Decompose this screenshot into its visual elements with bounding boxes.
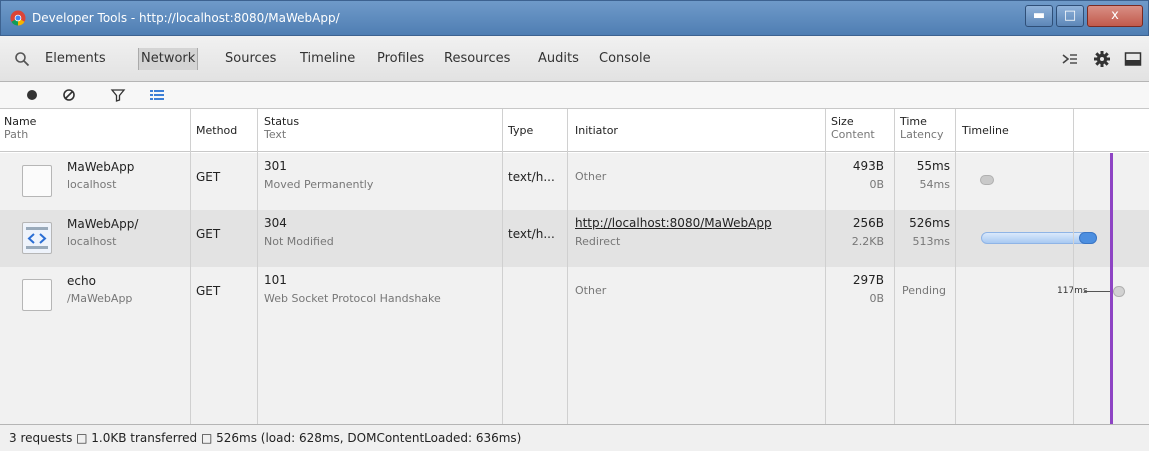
document-icon [22,165,52,197]
request-path: localhost [67,178,117,191]
request-latency: 54ms [919,178,950,191]
request-initiator-type: Redirect [575,235,621,248]
request-status: 301 [264,159,287,173]
html-file-icon [22,222,52,254]
load-event-marker [1110,153,1113,425]
gear-icon[interactable] [1093,50,1111,68]
header-method[interactable]: Method [196,124,237,137]
request-status-text: Not Modified [264,235,334,248]
table-row[interactable]: MaWebApp/ localhost GET 304 Not Modified… [0,210,1149,267]
request-method: GET [196,284,221,298]
header-name-label: Name [4,115,37,128]
header-status-label: Status [264,115,300,128]
table-empty-area [0,321,1149,425]
request-size: 256B [852,216,884,230]
header-time[interactable]: Time Latency [900,115,943,141]
header-content-label: Content [831,128,875,141]
request-latency: 513ms [912,235,950,248]
request-name: MaWebApp [67,160,135,174]
header-status[interactable]: Status Text [264,115,299,141]
column-divider[interactable] [190,109,191,425]
console-drawer-icon[interactable] [1061,50,1079,68]
tab-network[interactable]: Network [138,48,199,70]
timeline-download-bar [1079,232,1097,244]
request-status: 101 [264,273,287,287]
initiator-link[interactable]: http://localhost:8080/MaWebApp [575,215,772,231]
request-time: Pending [902,284,946,297]
minimize-button[interactable]: ▬ [1025,5,1053,27]
search-icon[interactable] [14,51,30,67]
request-path: /MaWebApp [67,292,133,305]
request-name: MaWebApp/ [67,217,139,231]
column-divider[interactable] [955,109,956,425]
request-initiator: Other [575,170,607,183]
column-divider[interactable] [257,109,258,425]
header-type[interactable]: Type [508,124,533,137]
request-type: text/h... [508,227,555,241]
request-status-text: Web Socket Protocol Handshake [264,292,441,305]
timeline-bar [1113,286,1125,297]
network-request-table: Name Path Method Status Text Type Initia… [0,108,1149,425]
request-content-size: 0B [869,292,884,305]
tab-elements[interactable]: Elements [45,48,106,70]
filter-icon[interactable] [110,87,126,103]
request-size: 493B [852,159,884,173]
tab-timeline[interactable]: Timeline [300,48,355,70]
request-content-size: 0B [869,178,884,191]
column-divider[interactable] [567,109,568,425]
header-size[interactable]: Size Content [831,115,875,141]
column-divider[interactable] [894,109,895,425]
request-method: GET [196,227,221,241]
header-path-label: Path [4,128,29,141]
column-divider[interactable] [502,109,503,425]
header-initiator[interactable]: Initiator [575,124,618,137]
request-size: 297B [852,273,884,287]
large-rows-icon[interactable] [149,87,165,103]
request-content-size: 2.2KB [851,235,884,248]
panel-tab-bar: Elements Network Sources Timeline Profil… [0,36,1149,82]
request-type: text/h... [508,170,555,184]
request-method: GET [196,170,221,184]
maximize-button[interactable]: □ [1056,5,1084,27]
tab-console[interactable]: Console [599,48,651,70]
request-status-text: Moved Permanently [264,178,374,191]
document-icon [22,279,52,311]
timeline-divider [1073,109,1074,425]
clear-icon[interactable] [61,87,77,103]
header-latency-label: Latency [900,128,944,141]
network-toolbar [0,82,1149,108]
chrome-logo-icon [10,10,26,26]
tab-profiles[interactable]: Profiles [377,48,424,70]
request-initiator: Other [575,284,607,297]
code-brackets-icon [26,227,48,249]
timeline-bar [980,175,994,185]
tab-resources[interactable]: Resources [444,48,510,70]
window-title: Developer Tools - http://localhost:8080/… [32,11,340,25]
header-time-label: Time [900,115,927,128]
header-size-label: Size [831,115,854,128]
table-row[interactable]: echo /MaWebApp GET 101 Web Socket Protoc… [0,267,1149,321]
request-time: 526ms [909,216,950,230]
window-titlebar: Developer Tools - http://localhost:8080/… [0,0,1149,36]
request-name: echo [67,274,96,288]
header-timeline[interactable]: Timeline [962,124,1009,137]
table-row[interactable]: MaWebApp localhost GET 301 Moved Permane… [0,153,1149,210]
network-summary: 3 requests □ 1.0KB transferred □ 526ms (… [0,424,1149,451]
header-text-label: Text [264,128,287,141]
close-button[interactable]: x [1087,5,1143,27]
request-path: localhost [67,235,117,248]
tab-sources[interactable]: Sources [225,48,276,70]
header-name[interactable]: Name Path [4,115,36,141]
record-icon[interactable] [24,87,40,103]
dock-icon[interactable] [1124,50,1142,68]
request-time: 55ms [916,159,950,173]
table-header: Name Path Method Status Text Type Initia… [0,109,1149,152]
column-divider[interactable] [825,109,826,425]
tab-audits[interactable]: Audits [538,48,579,70]
request-status: 304 [264,216,287,230]
